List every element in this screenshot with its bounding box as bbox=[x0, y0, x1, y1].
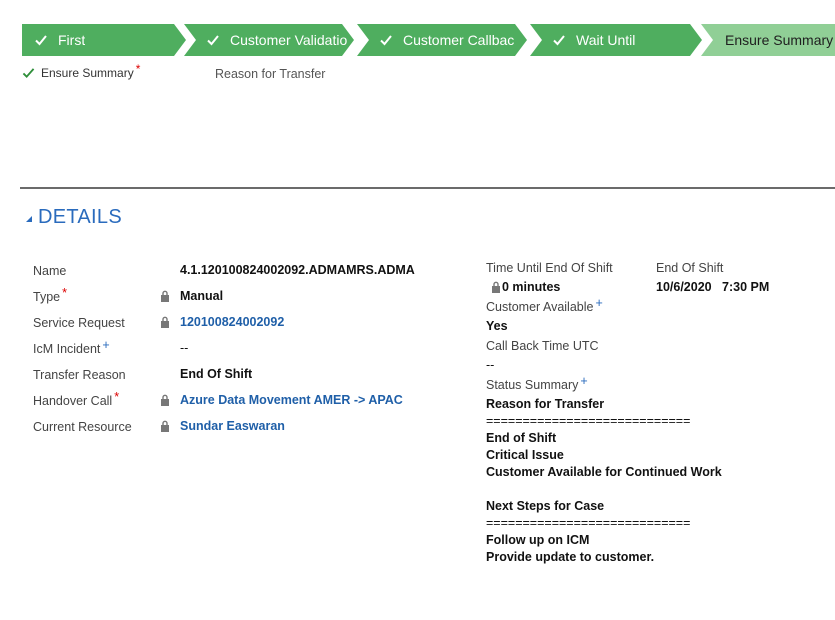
field-label-end-of-shift: End Of Shift bbox=[656, 261, 724, 275]
handover-call-link[interactable]: Azure Data Movement AMER -> APAC bbox=[180, 393, 403, 407]
summary-line: End of Shift bbox=[486, 431, 557, 445]
lock-icon bbox=[492, 281, 500, 293]
field-value-transfer-reason[interactable]: End Of Shift bbox=[180, 367, 252, 381]
checkmark-icon bbox=[35, 35, 47, 46]
lock-icon bbox=[161, 316, 169, 328]
field-label-service-request: Service Request bbox=[33, 316, 125, 330]
recommended-mark: + bbox=[580, 374, 588, 388]
summary-line: Reason for Transfer bbox=[486, 397, 605, 411]
stage-first[interactable]: First bbox=[22, 24, 186, 56]
field-label-transfer-reason: Transfer Reason bbox=[33, 368, 126, 382]
field-label-current-resource: Current Resource bbox=[33, 420, 132, 434]
summary-line: ============================ bbox=[486, 414, 691, 428]
required-mark: * bbox=[135, 62, 141, 76]
tab-reason-for-transfer[interactable]: Reason for Transfer bbox=[215, 67, 325, 81]
field-label-status-summary: Status Summary + bbox=[486, 374, 588, 392]
lock-icon bbox=[161, 290, 169, 302]
stage-label: Ensure Summary bbox=[725, 32, 834, 48]
checkmark-icon bbox=[22, 68, 35, 79]
field-value-icm-incident[interactable]: -- bbox=[180, 341, 188, 355]
field-label-name: Name bbox=[33, 264, 67, 278]
field-label-customer-available: Customer Available + bbox=[486, 296, 603, 314]
summary-line: ============================ bbox=[486, 516, 691, 530]
checkmark-icon bbox=[207, 35, 219, 46]
stage-label: Wait Until bbox=[576, 32, 636, 48]
service-request-link[interactable]: 120100824002092 bbox=[180, 315, 284, 329]
field-label-call-back-time: Call Back Time UTC bbox=[486, 339, 599, 353]
field-label-type: Type * bbox=[33, 286, 67, 304]
stage-customer-validation[interactable]: Customer Validatio bbox=[184, 24, 354, 56]
section-divider bbox=[20, 187, 835, 189]
substep-ensure-summary[interactable]: Ensure Summary * bbox=[22, 62, 140, 80]
section-title: DETAILS bbox=[38, 206, 122, 228]
field-value-name[interactable]: 4.1.120100824002092.ADMAMRS.ADMA bbox=[180, 263, 428, 277]
summary-line: Critical Issue bbox=[486, 448, 564, 462]
summary-line: Follow up on ICM bbox=[486, 533, 590, 547]
collapse-triangle-icon[interactable] bbox=[25, 215, 33, 223]
lock-icon bbox=[161, 394, 169, 406]
field-label-time-until-end-of-shift: Time Until End Of Shift bbox=[486, 261, 613, 275]
field-label-icm-incident: IcM Incident + bbox=[33, 338, 110, 356]
substep-label: Ensure Summary bbox=[41, 66, 134, 80]
stage-label: First bbox=[58, 32, 86, 48]
field-value-type: Manual bbox=[180, 289, 224, 303]
field-value-call-back-time[interactable]: -- bbox=[486, 357, 494, 374]
field-label-handover-call: Handover Call * bbox=[33, 390, 120, 408]
recommended-mark: + bbox=[595, 296, 603, 310]
stage-ensure-summary[interactable]: Ensure Summary bbox=[701, 24, 835, 56]
checkmark-icon bbox=[380, 35, 392, 46]
field-value-time-until-end-of-shift: 0 minutes bbox=[491, 280, 560, 294]
summary-line: Customer Available for Continued Work bbox=[486, 465, 722, 479]
recommended-mark: + bbox=[102, 338, 110, 352]
required-mark: * bbox=[62, 286, 67, 300]
details-section-header[interactable]: DETAILS bbox=[25, 206, 122, 229]
summary-line: Next Steps for Case bbox=[486, 499, 605, 513]
current-resource-link[interactable]: Sundar Easwaran bbox=[180, 419, 285, 433]
field-value-end-of-shift: 10/6/2020 7:30 PM bbox=[656, 280, 770, 294]
stage-label: Customer Validatio bbox=[230, 32, 348, 48]
stage-label: Customer Callbac bbox=[403, 32, 515, 48]
required-mark: * bbox=[114, 390, 120, 404]
lock-icon bbox=[161, 420, 169, 432]
stage-wait-until[interactable]: Wait Until bbox=[530, 24, 702, 56]
summary-line: Provide update to customer. bbox=[486, 550, 655, 564]
field-value-customer-available[interactable]: Yes bbox=[486, 318, 508, 335]
stage-customer-callback[interactable]: Customer Callbac bbox=[357, 24, 527, 56]
checkmark-icon bbox=[553, 35, 565, 46]
